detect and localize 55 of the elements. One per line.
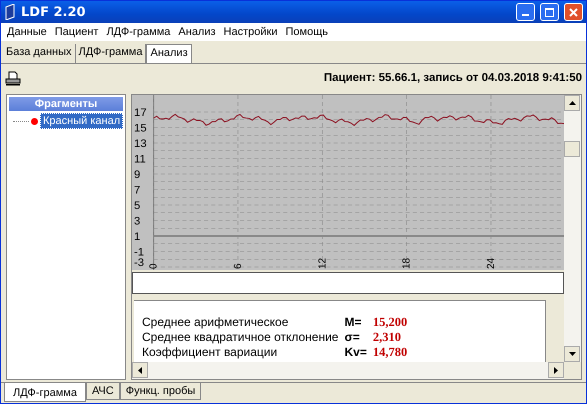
tree-item[interactable]: Красный канал <box>40 113 124 129</box>
axis-label: 9 <box>134 169 140 181</box>
tab[interactable]: АЧС <box>86 383 120 400</box>
axis-label: 17 <box>134 107 147 119</box>
stat-symbol: Kv= <box>344 345 367 360</box>
axis-label: 24 <box>486 258 498 269</box>
tab[interactable]: Анализ <box>146 44 192 63</box>
stat-value: 14,780 <box>372 345 408 360</box>
stat-symbol: σ= <box>344 330 361 345</box>
axis-label: -3 <box>134 257 144 269</box>
vertical-scrollbar[interactable] <box>564 95 581 362</box>
axis-label: 18 <box>402 258 413 269</box>
axis-label: 6 <box>232 263 244 269</box>
axis-label: 0 <box>148 263 160 269</box>
close-icon <box>569 8 578 16</box>
stat-label: Коэффициент вариации <box>142 345 278 360</box>
maximize-button[interactable] <box>540 3 559 21</box>
stat-symbol: M= <box>344 315 362 330</box>
tab[interactable]: ЛДФ-грамма <box>4 383 86 402</box>
app-icon <box>4 4 16 20</box>
axis-label: 15 <box>134 122 147 134</box>
maximize-icon <box>545 8 554 16</box>
stat-label: Среднее квадратичное отклонение <box>142 330 338 345</box>
panel-header: Фрагменты <box>9 97 123 111</box>
axis-label: 11 <box>134 154 146 166</box>
menu-item[interactable]: Данные <box>3 26 51 38</box>
axis-label: 1 <box>134 231 140 243</box>
minimize-button[interactable] <box>516 3 535 21</box>
axis-label: 13 <box>134 138 147 150</box>
scroll-left-icon[interactable] <box>138 366 142 374</box>
horizontal-scrollbar[interactable] <box>132 362 564 379</box>
axis-label: 5 <box>134 200 140 212</box>
axis-label: 12 <box>317 258 328 269</box>
menu-item[interactable]: Помощь <box>281 26 332 38</box>
scroll-thumb[interactable] <box>564 141 580 157</box>
minimize-icon <box>522 14 529 16</box>
stat-label: Среднее арифметическое <box>142 315 290 330</box>
axis-label: 3 <box>134 216 140 228</box>
stat-value: 2,310 <box>372 330 402 345</box>
scroll-right-icon[interactable] <box>554 366 558 374</box>
close-button[interactable] <box>564 3 583 21</box>
axis-label: -1 <box>134 246 144 258</box>
tab[interactable]: База данных <box>3 44 76 63</box>
menu-item[interactable]: Пациент <box>50 26 102 38</box>
menu-item[interactable]: Анализ <box>174 26 220 38</box>
axis-label: 7 <box>134 184 140 196</box>
scroll-down-icon[interactable] <box>568 352 576 356</box>
tab[interactable]: Функц. пробы <box>120 383 202 400</box>
stat-value: 15,200 <box>372 315 408 330</box>
window-title: LDF 2.20 <box>21 4 87 20</box>
printer-icon[interactable] <box>5 70 21 86</box>
menu-item[interactable]: ЛДФ-грамма <box>102 26 174 38</box>
menu-item[interactable]: Настройки <box>220 26 282 38</box>
patient-info: Пациент: 55.66.1, запись от 04.03.2018 9:41:50 <box>324 72 582 84</box>
scroll-up-icon[interactable] <box>568 101 576 105</box>
